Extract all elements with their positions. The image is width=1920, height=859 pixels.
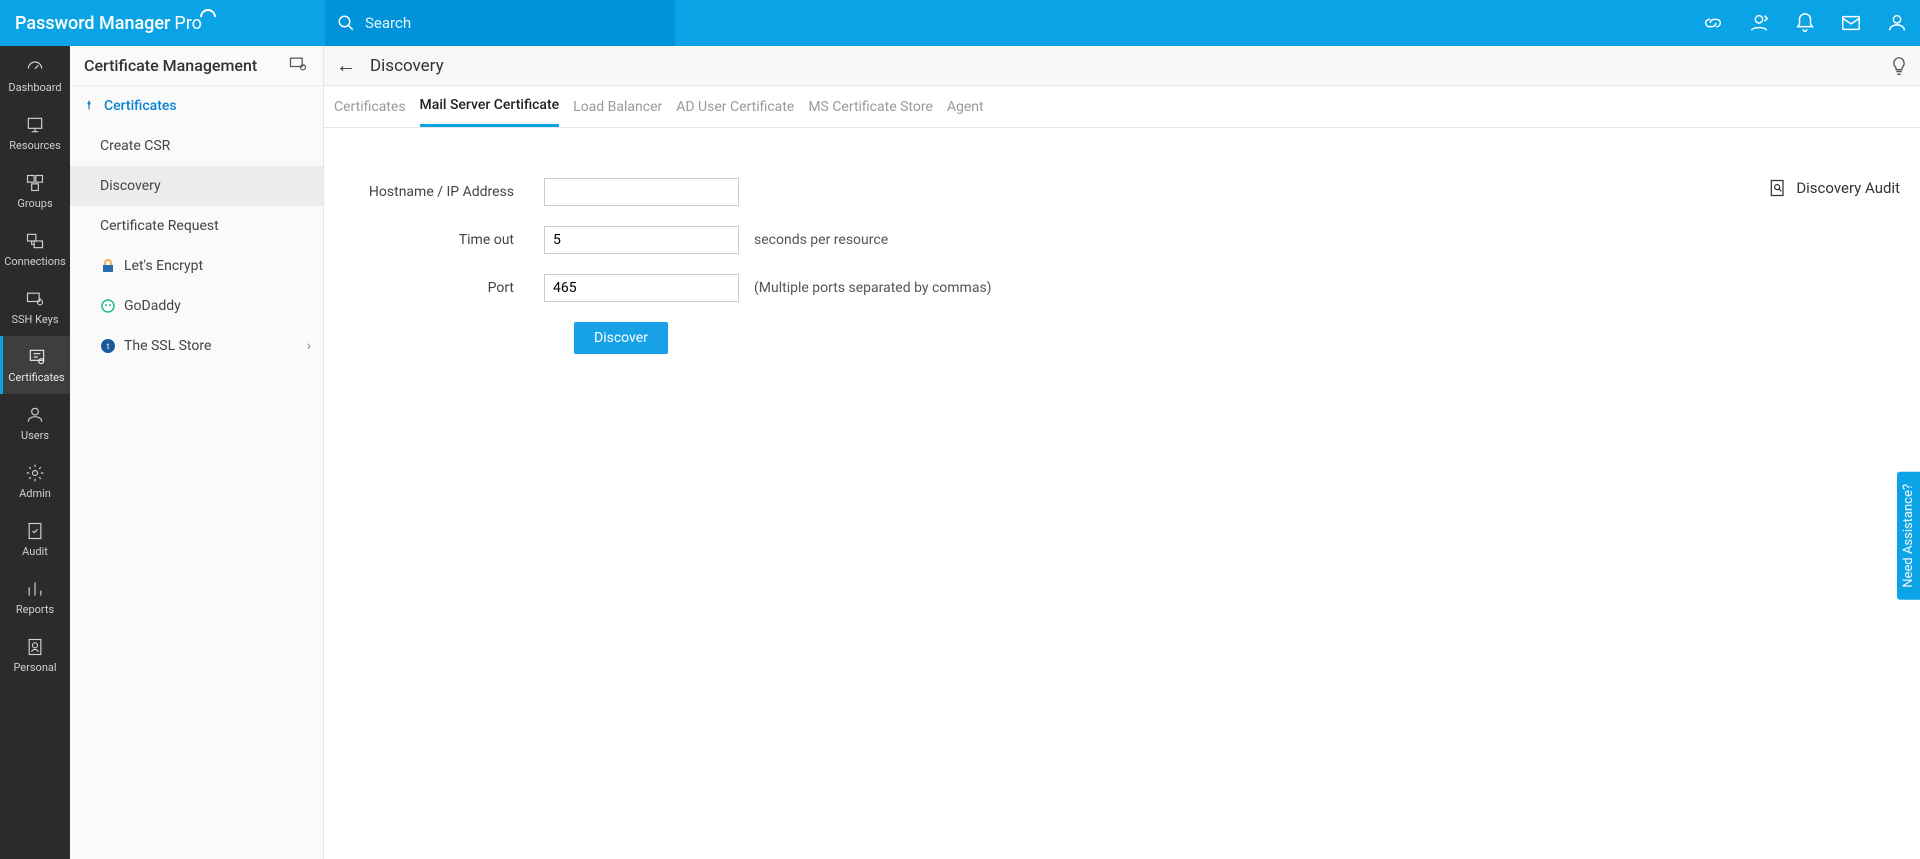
side-item-discovery[interactable]: Discovery bbox=[70, 166, 323, 206]
side-item-label: Discovery bbox=[100, 178, 161, 194]
tab-ms-cert-store[interactable]: MS Certificate Store bbox=[808, 88, 933, 126]
rail-personal[interactable]: Personal bbox=[0, 626, 70, 684]
search-icon bbox=[337, 14, 355, 32]
rail-certificates[interactable]: Certificates bbox=[0, 336, 70, 394]
port-hint: (Multiple ports separated by commas) bbox=[754, 280, 992, 296]
user-swap-icon[interactable] bbox=[1736, 0, 1782, 46]
hostname-input[interactable] bbox=[544, 178, 739, 206]
help-bulb-icon[interactable] bbox=[1888, 55, 1910, 77]
godaddy-icon bbox=[100, 298, 116, 314]
rail-label: Personal bbox=[13, 661, 56, 674]
search-input[interactable] bbox=[365, 14, 663, 32]
side-item-label: GoDaddy bbox=[124, 298, 181, 314]
svg-text:t: t bbox=[107, 342, 110, 351]
rail-label: Admin bbox=[19, 487, 51, 500]
side-item-label: Let's Encrypt bbox=[124, 258, 203, 274]
pin-icon bbox=[82, 99, 96, 113]
rail-label: Users bbox=[21, 429, 49, 442]
side-item-letsencrypt[interactable]: Let's Encrypt bbox=[70, 246, 323, 286]
rail-sshkeys[interactable]: SSH Keys bbox=[0, 278, 70, 336]
tab-load-balancer[interactable]: Load Balancer bbox=[573, 88, 662, 126]
tab-certificates[interactable]: Certificates bbox=[334, 88, 406, 126]
tabs: Certificates Mail Server Certificate Loa… bbox=[324, 86, 1920, 128]
rail-label: Dashboard bbox=[8, 81, 61, 94]
rail-label: Reports bbox=[16, 603, 54, 616]
global-search[interactable] bbox=[325, 0, 675, 46]
rail-label: Groups bbox=[17, 197, 52, 210]
assistance-tab[interactable]: Need Assistance? bbox=[1897, 472, 1920, 600]
timeout-hint: seconds per resource bbox=[754, 232, 888, 248]
left-nav-rail: Dashboard Resources Groups Connections S… bbox=[0, 46, 70, 859]
discovery-form: Discovery Audit Hostname / IP Address Ti… bbox=[324, 128, 1920, 404]
side-panel-title: Certificate Management bbox=[84, 56, 257, 75]
rail-admin[interactable]: Admin bbox=[0, 452, 70, 510]
bell-icon[interactable] bbox=[1782, 0, 1828, 46]
rail-label: Audit bbox=[22, 545, 48, 558]
timeout-label: Time out bbox=[344, 232, 544, 248]
link-icon[interactable] bbox=[1690, 0, 1736, 46]
top-header: Password Manager Pro bbox=[0, 0, 1920, 46]
audit-link-label: Discovery Audit bbox=[1796, 179, 1900, 197]
discover-button[interactable]: Discover bbox=[574, 322, 668, 354]
brand-logo[interactable]: Password Manager Pro bbox=[0, 13, 325, 34]
rail-dashboard[interactable]: Dashboard bbox=[0, 46, 70, 104]
rail-label: Resources bbox=[9, 139, 61, 152]
side-item-godaddy[interactable]: GoDaddy bbox=[70, 286, 323, 326]
hostname-label: Hostname / IP Address bbox=[344, 184, 544, 200]
main-content: ← Discovery Certificates Mail Server Cer… bbox=[324, 46, 1920, 859]
side-item-label: Certificates bbox=[104, 98, 177, 114]
back-button[interactable]: ← bbox=[334, 53, 358, 78]
rail-reports[interactable]: Reports bbox=[0, 568, 70, 626]
sslstore-icon: t bbox=[100, 338, 116, 354]
port-input[interactable] bbox=[544, 274, 739, 302]
mail-icon[interactable] bbox=[1828, 0, 1874, 46]
side-item-label: Certificate Request bbox=[100, 218, 219, 234]
side-item-label: Create CSR bbox=[100, 138, 170, 154]
side-item-certificates[interactable]: Certificates bbox=[70, 86, 323, 126]
rail-connections[interactable]: Connections bbox=[0, 220, 70, 278]
header-right bbox=[1690, 0, 1920, 46]
rail-groups[interactable]: Groups bbox=[0, 162, 70, 220]
rail-label: Certificates bbox=[8, 371, 64, 384]
profile-icon[interactable] bbox=[1874, 0, 1920, 46]
port-label: Port bbox=[344, 280, 544, 296]
chevron-right-icon: › bbox=[307, 338, 311, 354]
rail-label: Connections bbox=[4, 255, 65, 268]
tab-ad-user[interactable]: AD User Certificate bbox=[676, 88, 794, 126]
side-panel-header: Certificate Management bbox=[70, 46, 323, 86]
main-header: ← Discovery bbox=[324, 46, 1920, 86]
timeout-input[interactable] bbox=[544, 226, 739, 254]
side-item-cert-request[interactable]: Certificate Request bbox=[70, 206, 323, 246]
side-item-create-csr[interactable]: Create CSR bbox=[70, 126, 323, 166]
certificate-icon[interactable] bbox=[287, 54, 309, 78]
tab-mail-server[interactable]: Mail Server Certificate bbox=[420, 86, 560, 127]
rail-resources[interactable]: Resources bbox=[0, 104, 70, 162]
audit-icon bbox=[1768, 178, 1788, 198]
brand-suffix: Pro bbox=[174, 13, 202, 34]
page-title: Discovery bbox=[370, 56, 444, 76]
rail-users[interactable]: Users bbox=[0, 394, 70, 452]
discovery-audit-link[interactable]: Discovery Audit bbox=[1768, 178, 1900, 198]
rail-audit[interactable]: Audit bbox=[0, 510, 70, 568]
side-item-label: The SSL Store bbox=[124, 338, 211, 354]
tab-agent[interactable]: Agent bbox=[947, 88, 984, 126]
side-panel: Certificate Management Certificates Crea… bbox=[70, 46, 324, 859]
rail-label: SSH Keys bbox=[11, 313, 58, 326]
brand-name: Password Manager bbox=[15, 13, 170, 34]
letsencrypt-icon bbox=[100, 258, 116, 274]
side-list: Certificates Create CSR Discovery Certif… bbox=[70, 86, 323, 366]
side-item-sslstore[interactable]: t The SSL Store › bbox=[70, 326, 323, 366]
